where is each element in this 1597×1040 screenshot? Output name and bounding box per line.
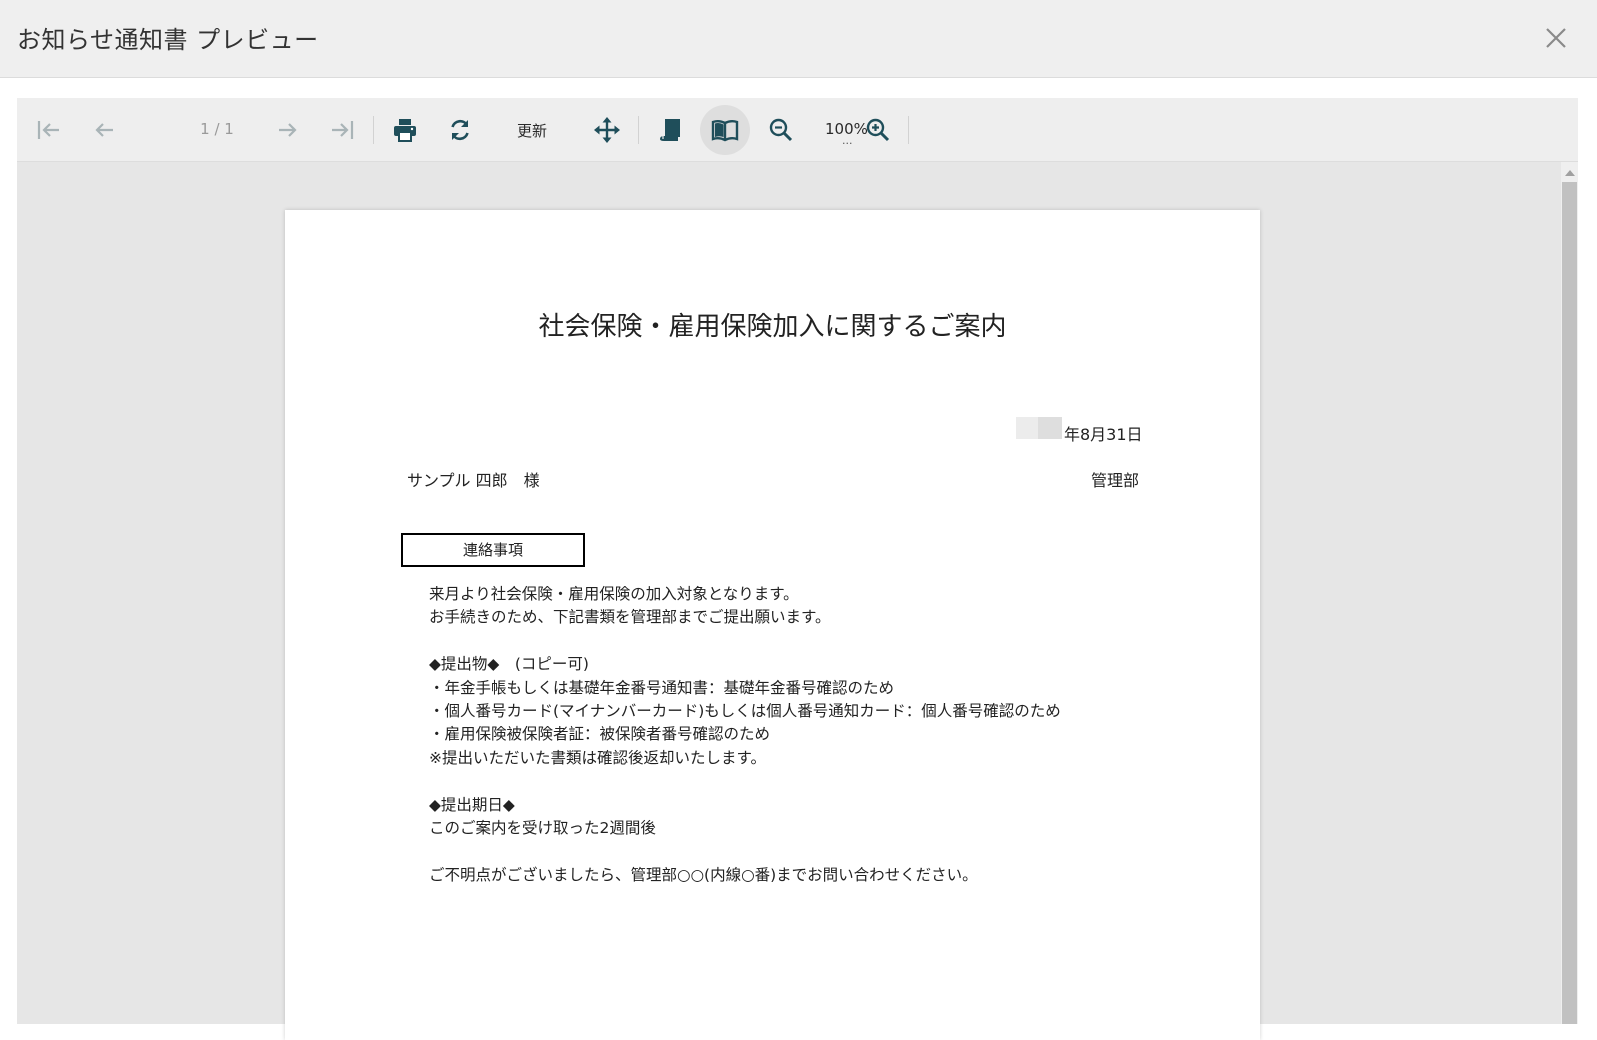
body-line xyxy=(429,770,1061,793)
close-icon[interactable] xyxy=(1540,22,1572,54)
next-page-icon[interactable] xyxy=(269,112,305,148)
body-line: ・個人番号カード(マイナンバーカード)もしくは個人番号通知カード：個人番号確認の… xyxy=(429,701,1061,720)
last-page-icon[interactable] xyxy=(324,112,360,148)
toolbar-separator xyxy=(373,116,374,144)
toolbar-separator xyxy=(908,116,909,144)
scrollbar-thumb[interactable] xyxy=(1562,182,1577,1024)
body-line: お手続きのため、下記書類を管理部までご提出願います。 xyxy=(429,608,831,627)
body-line: ・年金手帳もしくは基礎年金番号通知書：基礎年金番号確認のため xyxy=(429,678,895,697)
move-icon[interactable] xyxy=(589,112,625,148)
body-line: ご不明点がございましたら、管理部○○(内線○番)までお問い合わせください。 xyxy=(429,865,978,884)
section-label: 連絡事項 xyxy=(401,533,585,567)
first-page-icon[interactable] xyxy=(31,112,67,148)
print-icon[interactable] xyxy=(387,112,423,148)
document-viewer: 1 / 1 更新 100% ... 社会保険・雇用保険加入に関するご案内 年8月… xyxy=(17,98,1578,1040)
prev-page-icon[interactable] xyxy=(87,112,123,148)
toolbar-separator xyxy=(638,116,639,144)
body-line: ◆提出物◆ (コピー可) xyxy=(429,655,589,674)
body-line: ※提出いただいた書類は確認後返却いたします。 xyxy=(429,748,766,767)
body-line: ・雇用保険被保険者証：被保険者番号確認のため xyxy=(429,725,771,744)
recipient-name: サンプル 四郎 様 xyxy=(407,471,540,490)
body-line: 来月より社会保険・雇用保険の加入対象となります。 xyxy=(429,585,799,603)
zoom-options[interactable]: ... xyxy=(842,134,853,147)
body-line: ◆提出期日◆ xyxy=(429,795,515,814)
refresh-button[interactable]: 更新 xyxy=(517,120,547,141)
scroll-mode-icon[interactable] xyxy=(652,112,688,148)
scroll-up-icon[interactable] xyxy=(1565,170,1575,176)
zoom-out-icon[interactable] xyxy=(763,112,799,148)
redacted-year xyxy=(1016,417,1062,439)
dialog-title: お知らせ通知書 プレビュー xyxy=(17,26,319,54)
document-title: 社会保険・雇用保険加入に関するご案内 xyxy=(538,312,1007,342)
body-line xyxy=(429,840,1061,863)
dialog-titlebar: お知らせ通知書 プレビュー xyxy=(0,0,1597,78)
document-date: 年8月31日 xyxy=(1064,425,1143,444)
page-indicator[interactable]: 1 / 1 xyxy=(167,120,267,138)
refresh-icon[interactable] xyxy=(442,112,478,148)
body-line xyxy=(429,630,1061,653)
document-body: 来月より社会保険・雇用保険の加入対象となります。 お手続きのため、下記書類を管理… xyxy=(429,583,1061,887)
sender-department: 管理部 xyxy=(1091,471,1140,490)
zoom-in-icon[interactable] xyxy=(860,112,896,148)
body-line: このご案内を受け取った2週間後 xyxy=(429,818,656,837)
document-page: 社会保険・雇用保険加入に関するご案内 年8月31日 サンプル 四郎 様 管理部 … xyxy=(285,210,1260,1040)
viewer-toolbar: 1 / 1 更新 100% ... xyxy=(17,98,1578,162)
book-view-icon[interactable] xyxy=(700,105,750,155)
vertical-scrollbar[interactable] xyxy=(1561,162,1578,1024)
